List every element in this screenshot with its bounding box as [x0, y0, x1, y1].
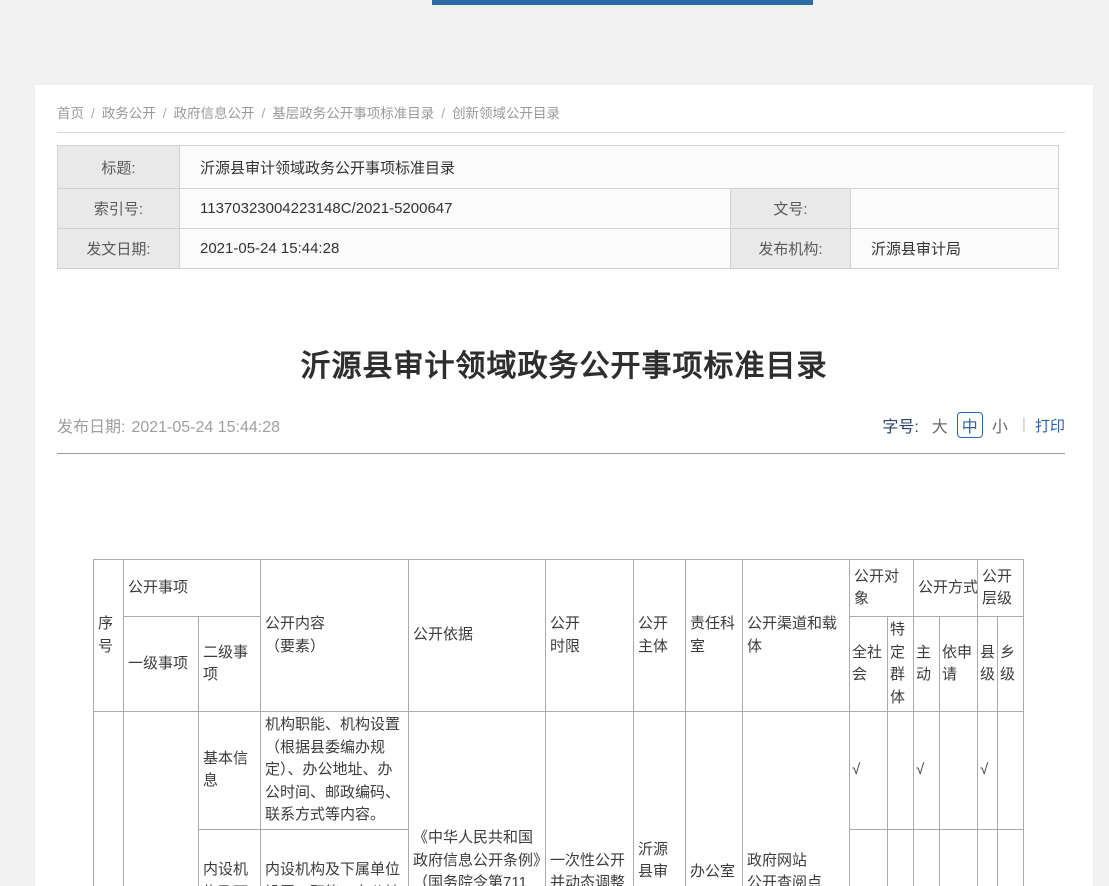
cell-level2-item: 内设机构及下属事业单位: [199, 829, 261, 886]
meta-separator: |: [1022, 416, 1026, 434]
header-basis: 公开依据: [409, 560, 546, 712]
cell-department: 办公室: [686, 712, 743, 886]
doc-index-value: 11370323004223148C/2021-5200647: [180, 189, 731, 229]
doc-title-value: 沂源县审计领域政务公开事项标准目录: [180, 146, 1059, 189]
header-on-request: 依申请: [940, 617, 978, 712]
breadcrumb: 首页 / 政务公开 / 政府信息公开 / 基层政务公开事项标准目录 / 创新领域公开目录: [57, 85, 1065, 133]
breadcrumb-separator: /: [441, 106, 445, 121]
meta-divider-line: [57, 453, 1065, 454]
page-title: 沂源县审计领域政务公开事项标准目录: [35, 341, 1093, 385]
cell-level2-item: 基本信息: [199, 712, 261, 830]
header-method: 公开方式: [914, 560, 978, 617]
breadcrumb-link-government-info[interactable]: 政府信息公开: [174, 106, 255, 121]
breadcrumb-link-innovation-catalog[interactable]: 创新领域公开目录: [452, 106, 560, 121]
font-size-bar: 字号: 大 中 小 | 打印: [882, 412, 1065, 438]
cell-content: 内设机构及下属单位设置、职能、办公地址、办公时间、联系方式、负责人姓名等: [261, 829, 409, 886]
breadcrumb-link-home[interactable]: 首页: [57, 106, 84, 121]
breadcrumb-link-zhengwugongkai[interactable]: 政务公开: [102, 106, 156, 121]
cell-on-request-check: [940, 712, 978, 830]
header-content: 公开内容 （要素）: [261, 560, 409, 712]
doc-index-label: 索引号:: [58, 189, 180, 229]
cell-county-check: √: [978, 829, 998, 886]
cell-whole-society-check: √: [850, 829, 888, 886]
breadcrumb-separator: /: [163, 106, 167, 121]
cell-township-check: [998, 829, 1024, 886]
print-button[interactable]: 打印: [1035, 415, 1065, 436]
cell-content: 机构职能、机构设置（根据县委编办规定）、办公地址、办公时间、邮政编码、联系方式等…: [261, 712, 409, 830]
header-disclosure-item: 公开事项: [124, 560, 261, 617]
document-info-table: 标题: 沂源县审计领域政务公开事项标准目录 索引号: 1137032300422…: [57, 145, 1059, 269]
header-proactive: 主动: [914, 617, 940, 712]
header-township-level: 乡级: [998, 617, 1024, 712]
doc-number-label: 文号:: [731, 189, 851, 229]
font-size-label: 字号:: [882, 413, 918, 437]
header-audience: 公开对象: [850, 560, 914, 617]
doc-title-label: 标题:: [58, 146, 180, 189]
header-time-limit: 公开 时限: [546, 560, 634, 712]
cell-time-limit: 一次性公开并动态调整: [546, 712, 634, 886]
cell-proactive-check: √: [914, 829, 940, 886]
header-serial: 序号: [94, 560, 124, 712]
header-whole-society: 全社会: [850, 617, 888, 712]
doc-number-value: [851, 189, 1059, 229]
cell-specific-groups-check: [888, 712, 914, 830]
cell-basis: 《中华人民共和国政府信息公开条例》（国务院令第711号）: [409, 712, 546, 886]
article-meta-row: 发布日期: 2021-05-24 15:44:28 字号: 大 中 小 | 打印: [57, 412, 1065, 438]
content-card: 首页 / 政务公开 / 政府信息公开 / 基层政务公开事项标准目录 / 创新领域公开目录 标题:…: [35, 85, 1093, 886]
disclosure-catalog-table: 序号 公开事项 公开内容 （要素） 公开依据 公开 时限 公开 主体 责任科室 …: [93, 559, 1024, 886]
header-level2-item: 二级事项: [199, 617, 261, 712]
table-row: 基本信息 机构职能、机构设置（根据县委编办规定）、办公地址、办公时间、邮政编码、…: [94, 712, 1024, 830]
breadcrumb-link-standard-catalog[interactable]: 基层政务公开事项标准目录: [272, 106, 434, 121]
doc-agency-value: 沂源县审计局: [851, 229, 1059, 269]
header-subject: 公开 主体: [634, 560, 686, 712]
cell-level1-item: [124, 712, 199, 886]
doc-issue-date-label: 发文日期:: [58, 229, 180, 269]
cell-serial: [94, 712, 124, 886]
cell-channels: 政府网站 公开查阅点: [743, 712, 850, 886]
cell-township-check: [998, 712, 1024, 830]
top-nav-accent-bar: [432, 0, 813, 5]
publish-date-label: 发布日期:: [57, 419, 125, 436]
cell-on-request-check: [940, 829, 978, 886]
cell-specific-groups-check: [888, 829, 914, 886]
publish-date: 发布日期: 2021-05-24 15:44:28: [57, 413, 280, 437]
publish-date-value: 2021-05-24 15:44:28: [131, 419, 280, 436]
font-size-medium-button[interactable]: 中: [957, 412, 983, 438]
breadcrumb-separator: /: [91, 106, 95, 121]
header-specific-groups: 特定群体: [888, 617, 914, 712]
cell-county-check: √: [978, 712, 998, 830]
header-channels: 公开渠道和载体: [743, 560, 850, 712]
header-level1-item: 一级事项: [124, 617, 199, 712]
cell-subject: 沂源县审计局: [634, 712, 686, 886]
font-size-large-button[interactable]: 大: [932, 413, 948, 437]
header-county-level: 县级: [978, 617, 998, 712]
font-size-small-button[interactable]: 小: [992, 413, 1008, 437]
cell-proactive-check: √: [914, 712, 940, 830]
header-level: 公开层级: [978, 560, 1024, 617]
header-department: 责任科室: [686, 560, 743, 712]
cell-whole-society-check: √: [850, 712, 888, 830]
doc-issue-date-value: 2021-05-24 15:44:28: [180, 229, 731, 269]
breadcrumb-separator: /: [262, 106, 266, 121]
doc-agency-label: 发布机构:: [731, 229, 851, 269]
